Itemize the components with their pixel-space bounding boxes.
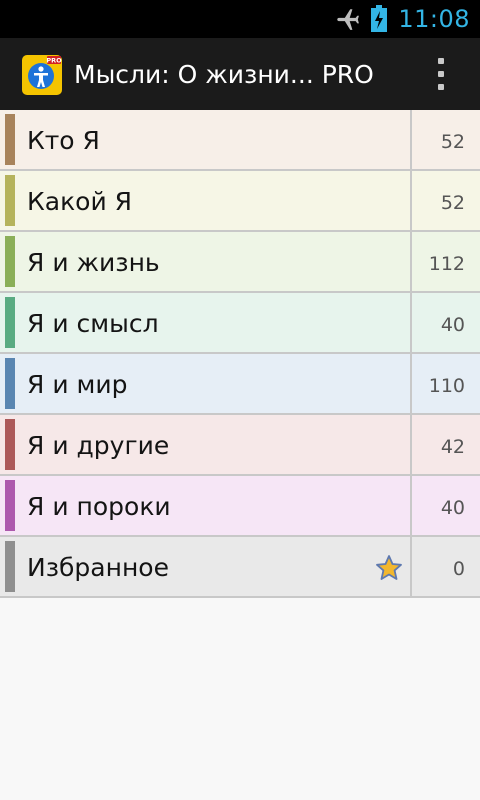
status-bar: 11:08	[0, 0, 480, 38]
category-label: Я и жизнь	[27, 248, 160, 277]
category-count: 110	[428, 375, 465, 397]
category-list: Кто Я 52 Какой Я 52 Я и жизнь 112 Я и см…	[0, 110, 480, 598]
category-color-strip	[5, 480, 15, 531]
count-cell: 110	[410, 354, 480, 413]
category-row-ya-i-drugie[interactable]: Я и другие 42	[0, 415, 480, 476]
category-row-ya-i-mir[interactable]: Я и мир 110	[0, 354, 480, 415]
category-row-ya-i-poroki[interactable]: Я и пороки 40	[0, 476, 480, 537]
app-title: Мысли: О жизни... PRO	[74, 60, 374, 89]
category-color-strip	[5, 175, 15, 226]
category-label: Какой Я	[27, 187, 133, 216]
category-row-favorites[interactable]: Избранное 0	[0, 537, 480, 598]
category-color-strip	[5, 419, 15, 470]
category-count: 42	[440, 436, 465, 458]
action-bar: PRO Мысли: О жизни... PRO	[0, 38, 480, 111]
category-color-strip	[5, 541, 15, 592]
category-count: 0	[452, 558, 465, 580]
overflow-menu-icon[interactable]	[438, 58, 446, 90]
category-row-ya-i-smysl[interactable]: Я и смысл 40	[0, 293, 480, 354]
category-label: Я и мир	[27, 370, 128, 399]
category-count: 40	[440, 314, 465, 336]
category-row-kto-ya[interactable]: Кто Я 52	[0, 110, 480, 171]
category-label: Кто Я	[27, 126, 100, 155]
category-count: 52	[440, 192, 465, 214]
count-cell: 0	[410, 537, 480, 596]
app-logo-icon[interactable]: PRO	[22, 55, 62, 95]
category-count: 52	[440, 131, 465, 153]
app-icon-badge: PRO	[46, 57, 62, 65]
count-cell: 52	[410, 171, 480, 230]
count-cell: 40	[410, 476, 480, 535]
category-label: Я и пороки	[27, 492, 171, 521]
count-cell: 40	[410, 293, 480, 352]
category-count: 40	[440, 497, 465, 519]
category-row-ya-i-zhizn[interactable]: Я и жизнь 112	[0, 232, 480, 293]
count-cell: 42	[410, 415, 480, 474]
category-color-strip	[5, 114, 15, 165]
status-clock: 11:08	[398, 5, 470, 33]
count-cell: 52	[410, 110, 480, 169]
category-label: Я и смысл	[27, 309, 159, 338]
category-label: Я и другие	[27, 431, 170, 460]
count-cell: 112	[410, 232, 480, 291]
star-icon	[376, 555, 402, 580]
category-count: 112	[428, 253, 465, 275]
category-label: Избранное	[27, 553, 169, 582]
battery-charging-icon	[371, 5, 388, 32]
category-row-kakoy-ya[interactable]: Какой Я 52	[0, 171, 480, 232]
category-color-strip	[5, 297, 15, 348]
category-color-strip	[5, 358, 15, 409]
category-color-strip	[5, 236, 15, 287]
airplane-mode-icon	[337, 9, 360, 30]
